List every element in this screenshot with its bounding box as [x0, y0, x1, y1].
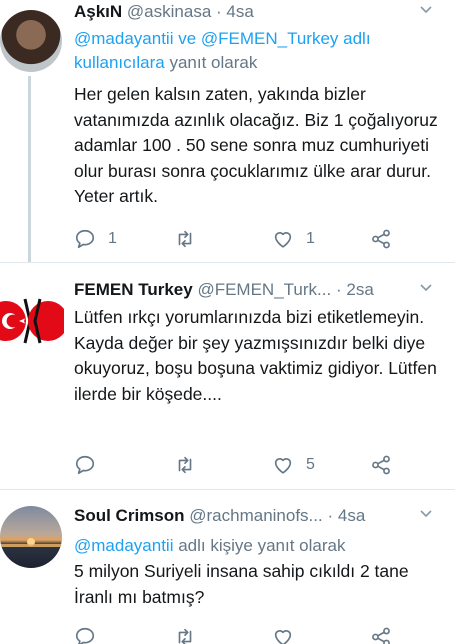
user-handle[interactable]: @askinasa: [127, 2, 211, 21]
like-button[interactable]: 1: [272, 226, 315, 252]
tweet-actions: 1 1: [74, 226, 405, 252]
reply-mention-link[interactable]: @madayantii: [74, 536, 173, 555]
heart-icon: [274, 232, 292, 248]
avatar[interactable]: [0, 10, 62, 72]
timestamp[interactable]: 4sa: [226, 2, 253, 21]
like-count: 1: [306, 230, 315, 247]
tweet-header: FEMEN Turkey @FEMEN_Turk... · 2sa: [74, 279, 445, 303]
reply-icon: [75, 455, 95, 475]
share-button[interactable]: [370, 452, 392, 478]
retweet-icon: [178, 456, 192, 474]
separator-dot: ·: [335, 280, 342, 299]
reply-context: @madayantii ve @FEMEN_Turkey adlı kullan…: [74, 27, 439, 75]
chevron-down-icon[interactable]: [419, 281, 433, 295]
tweet-header: Soul Crimson @rachmaninofs... · 4sa: [74, 505, 445, 529]
tweet-actions: 5: [74, 452, 405, 478]
chevron-down-icon[interactable]: [419, 507, 433, 521]
separator-dot: ·: [327, 506, 334, 525]
tweet-text: 5 milyon Suriyeli insana sahip cıkıldı 2…: [74, 561, 409, 607]
retweet-button[interactable]: [174, 624, 196, 644]
sunset-photo-icon: [0, 538, 62, 547]
tweet-text: Her gelen kalsın zaten, yakında bizler v…: [74, 84, 438, 206]
share-icon: [372, 627, 390, 644]
tweet-askin[interactable]: AşkıN @askinasa · 4sa @madayantii ve @FE…: [0, 0, 455, 262]
reply-icon: [75, 229, 95, 249]
timestamp[interactable]: 4sa: [338, 506, 365, 525]
reply-button[interactable]: 1: [74, 226, 117, 252]
heart-icon: [274, 630, 292, 644]
tweet-soul-crimson[interactable]: Soul Crimson @rachmaninofs... · 4sa @mad…: [0, 490, 455, 644]
avatar[interactable]: [0, 506, 62, 568]
reply-context-suffix: adlı kişiye yanıt olarak: [178, 536, 346, 555]
user-handle[interactable]: @rachmaninofs...: [189, 506, 322, 525]
tweet-actions: [74, 624, 405, 644]
reply-button[interactable]: [74, 452, 108, 478]
chevron-down-icon[interactable]: [419, 3, 433, 17]
display-name[interactable]: Soul Crimson: [74, 506, 185, 525]
thread-line: [28, 76, 31, 262]
like-button[interactable]: [272, 624, 294, 644]
tweet-femen-turkey[interactable]: FEMEN Turkey @FEMEN_Turk... · 2sa Lütfen…: [0, 263, 455, 489]
reply-context-suffix: yanıt olarak: [169, 53, 258, 72]
reply-button[interactable]: [74, 624, 96, 644]
retweet-icon: [178, 230, 192, 248]
share-button[interactable]: [370, 624, 392, 644]
retweet-button[interactable]: [174, 226, 208, 252]
tweet-header: AşkıN @askinasa · 4sa: [74, 1, 445, 25]
avatar[interactable]: [0, 285, 68, 357]
reply-count: 1: [108, 230, 117, 247]
retweet-icon: [178, 628, 192, 644]
timestamp[interactable]: 2sa: [346, 280, 373, 299]
heart-icon: [274, 458, 292, 474]
share-icon: [372, 229, 390, 249]
reply-context: @madayantii adlı kişiye yanıt olarak: [74, 534, 439, 558]
share-button[interactable]: [370, 226, 392, 252]
display-name[interactable]: AşkıN: [74, 2, 122, 21]
display-name[interactable]: FEMEN Turkey: [74, 280, 193, 299]
like-count: 5: [306, 456, 315, 473]
separator-dot: ·: [216, 2, 222, 21]
share-icon: [372, 455, 390, 475]
user-handle[interactable]: @FEMEN_Turk...: [197, 280, 331, 299]
tweet-text: Lütfen ırkçı yorumlarınızda bizi etiketl…: [74, 307, 437, 404]
reply-icon: [75, 627, 95, 644]
like-button[interactable]: 5: [272, 452, 315, 478]
retweet-button[interactable]: [174, 452, 208, 478]
femen-logo-icon: [0, 298, 68, 344]
